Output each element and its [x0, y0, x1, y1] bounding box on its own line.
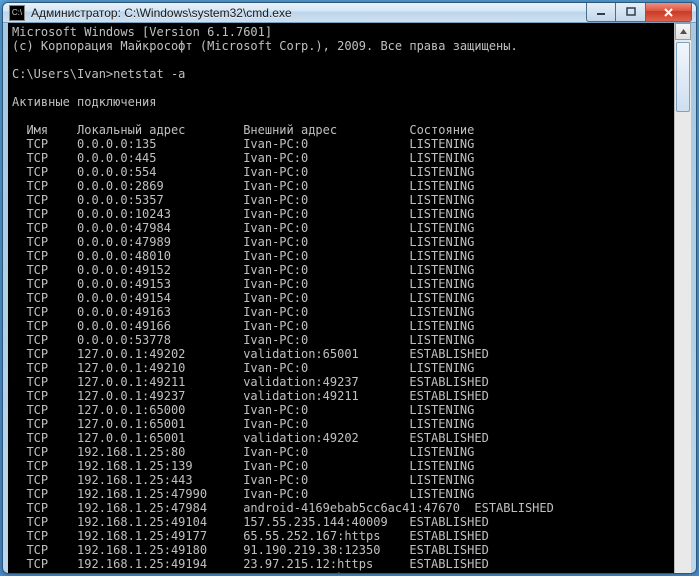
console-line: TCP 0.0.0.0:49153 Ivan-PC:0 LISTENING — [12, 277, 670, 291]
console-line: TCP 0.0.0.0:47989 Ivan-PC:0 LISTENING — [12, 235, 670, 249]
console-line: TCP 0.0.0.0:47984 Ivan-PC:0 LISTENING — [12, 221, 670, 235]
console-line: TCP 192.168.1.25:47984 android-4169ebab5… — [12, 501, 670, 515]
close-button[interactable] — [646, 3, 692, 22]
console-line: TCP 192.168.1.25:80 Ivan-PC:0 LISTENING — [12, 445, 670, 459]
console-line: TCP 192.168.1.25:139 Ivan-PC:0 LISTENING — [12, 459, 670, 473]
console-line: Активные подключения — [12, 95, 670, 109]
console-line: TCP 127.0.0.1:65000 Ivan-PC:0 LISTENING — [12, 403, 670, 417]
scroll-thumb[interactable] — [676, 42, 690, 112]
console-line: TCP 192.168.1.25:49194 23.97.215.12:http… — [12, 557, 670, 571]
console-line: TCP 127.0.0.1:65001 Ivan-PC:0 LISTENING — [12, 417, 670, 431]
console-line: TCP 0.0.0.0:49152 Ivan-PC:0 LISTENING — [12, 263, 670, 277]
console-line: TCP 0.0.0.0:48010 Ivan-PC:0 LISTENING — [12, 249, 670, 263]
window-controls — [586, 3, 692, 22]
console-line: TCP 127.0.0.1:65001 validation:49202 EST… — [12, 431, 670, 445]
cmd-icon: C:\ — [9, 5, 25, 21]
console-line: TCP 0.0.0.0:49163 Ivan-PC:0 LISTENING — [12, 305, 670, 319]
console-line: TCP 192.168.1.25:443 Ivan-PC:0 LISTENING — [12, 473, 670, 487]
client-area: Microsoft Windows [Version 6.1.7601](c) … — [8, 23, 691, 574]
console-line: TCP 192.168.1.25:49177 65.55.252.167:htt… — [12, 529, 670, 543]
console-line — [12, 81, 670, 95]
console-line: TCP 192.168.1.25:47990 Ivan-PC:0 LISTENI… — [12, 487, 670, 501]
console-line: TCP 0.0.0.0:49166 Ivan-PC:0 LISTENING — [12, 319, 670, 333]
minimize-button[interactable] — [586, 3, 616, 22]
console-line: (c) Корпорация Майкрософт (Microsoft Cor… — [12, 39, 670, 53]
console-line: TCP 0.0.0.0:53778 Ivan-PC:0 LISTENING — [12, 333, 670, 347]
titlebar[interactable]: C:\ Администратор: C:\Windows\system32\c… — [3, 3, 696, 23]
console-line: TCP 127.0.0.1:49202 validation:65001 EST… — [12, 347, 670, 361]
scroll-up-button[interactable] — [675, 23, 691, 40]
cmd-window: C:\ Администратор: C:\Windows\system32\c… — [2, 2, 697, 574]
console-line: TCP 0.0.0.0:554 Ivan-PC:0 LISTENING — [12, 165, 670, 179]
console-line: TCP 192.168.1.25:49104 157.55.235.144:40… — [12, 515, 670, 529]
console-line — [12, 53, 670, 67]
scroll-track[interactable] — [675, 40, 691, 574]
console-line: Имя Локальный адрес Внешний адрес Состоя… — [12, 123, 670, 137]
console-line: TCP 127.0.0.1:49210 Ivan-PC:0 LISTENING — [12, 361, 670, 375]
console-line: TCP 192.168.1.25:49180 91.190.219.38:123… — [12, 543, 670, 557]
console-line: TCP 0.0.0.0:49154 Ivan-PC:0 LISTENING — [12, 291, 670, 305]
window-title: Администратор: C:\Windows\system32\cmd.e… — [31, 6, 586, 20]
console-output[interactable]: Microsoft Windows [Version 6.1.7601](c) … — [8, 23, 674, 574]
console-line: TCP 0.0.0.0:445 Ivan-PC:0 LISTENING — [12, 151, 670, 165]
console-line: C:\Users\Ivan>netstat -a — [12, 67, 670, 81]
vertical-scrollbar[interactable] — [674, 23, 691, 574]
console-line — [12, 109, 670, 123]
console-line: TCP 0.0.0.0:10243 Ivan-PC:0 LISTENING — [12, 207, 670, 221]
console-line: TCP 192.168.1.25:49274 8.36.120.249:http… — [12, 571, 670, 574]
console-line: TCP 0.0.0.0:2869 Ivan-PC:0 LISTENING — [12, 179, 670, 193]
console-line: TCP 127.0.0.1:49237 validation:49211 EST… — [12, 389, 670, 403]
console-line: TCP 0.0.0.0:135 Ivan-PC:0 LISTENING — [12, 137, 670, 151]
console-line: Microsoft Windows [Version 6.1.7601] — [12, 25, 670, 39]
console-line: TCP 127.0.0.1:49211 validation:49237 EST… — [12, 375, 670, 389]
maximize-button[interactable] — [616, 3, 646, 22]
console-line: TCP 0.0.0.0:5357 Ivan-PC:0 LISTENING — [12, 193, 670, 207]
